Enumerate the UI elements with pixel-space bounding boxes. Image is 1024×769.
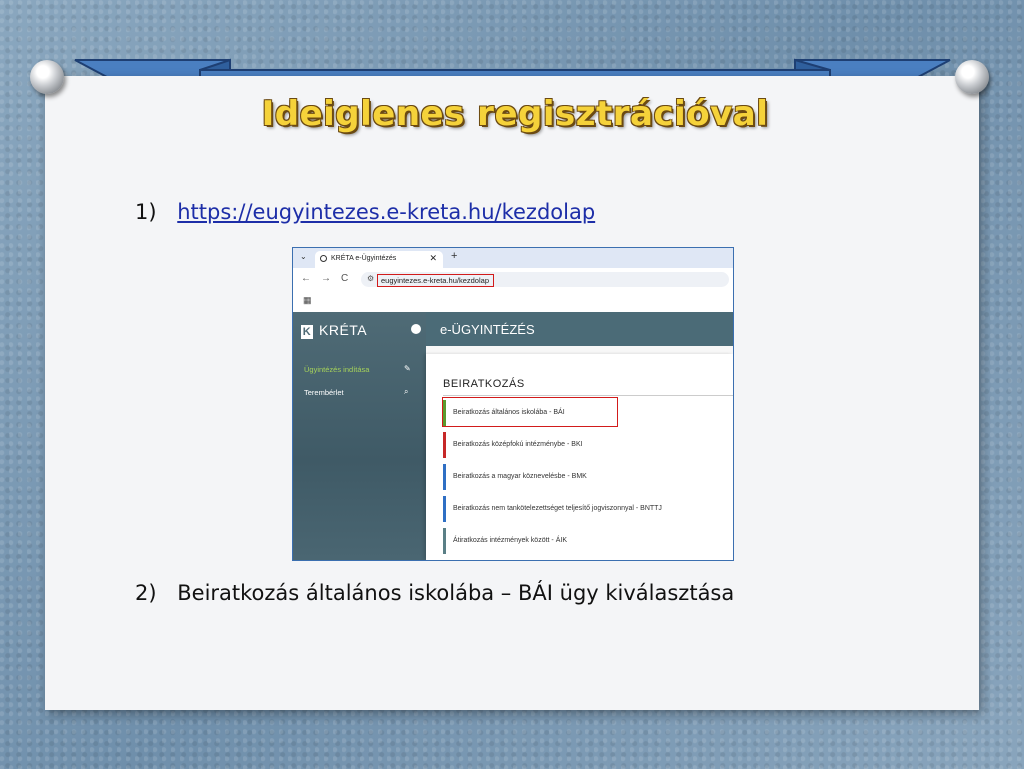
entry-label: Beiratkozás középfokú intézménybe - BKI	[453, 441, 583, 448]
main-content: BEIRATKOZÁS Beiratkozás általános iskolá…	[426, 346, 733, 560]
brand[interactable]: K KRÉTA	[301, 322, 367, 339]
sidebar: K KRÉTA Ügyintézés indítása ✎ Terembérlet…	[293, 312, 426, 560]
url-text[interactable]: eugyintezes.e-kreta.hu/kezdolap	[381, 276, 489, 285]
tab-label: KRÉTA e-Ügyintézés	[331, 255, 397, 262]
entry-color-bar	[443, 496, 446, 522]
search-icon: ⌕	[404, 387, 409, 396]
section-title: BEIRATKOZÁS	[443, 378, 525, 390]
content-panel: BEIRATKOZÁS Beiratkozás általános iskolá…	[426, 354, 733, 560]
close-tab-icon[interactable]: ✕	[429, 253, 437, 264]
step-1-number: 1)	[135, 200, 157, 224]
kreta-link[interactable]: https://eugyintezes.e-kreta.hu/kezdolap	[177, 200, 595, 224]
entry-label: Beiratkozás a magyar köznevelésbe - BMK	[453, 473, 587, 480]
browser-screenshot: ⌄ KRÉTA e-Ügyintézés ✕ + ← → C ⚙ eugyint…	[292, 247, 734, 561]
reload-icon[interactable]: C	[341, 273, 348, 284]
entry-bnttj[interactable]: Beiratkozás nem tankötelezettséget telje…	[443, 496, 733, 522]
apps-grid-icon[interactable]: ▦	[303, 295, 312, 306]
entry-color-bar	[443, 464, 446, 490]
slide-title: Ideiglenes regisztrációval	[261, 94, 769, 134]
pushpin-right	[955, 60, 989, 94]
sidebar-item-terem[interactable]: Terembérlet	[304, 388, 344, 397]
edit-icon: ✎	[404, 364, 411, 373]
browser-tab[interactable]: KRÉTA e-Ügyintézés ✕	[315, 251, 443, 268]
tab-list-icon[interactable]: ⌄	[300, 252, 307, 261]
forward-icon[interactable]: →	[321, 273, 331, 284]
kreta-logo-icon: K	[301, 325, 313, 339]
entry-color-bar	[443, 528, 446, 554]
tab-bar: ⌄ KRÉTA e-Ügyintézés ✕ +	[293, 248, 733, 268]
brand-name: KRÉTA	[319, 322, 368, 338]
app-header: e-ÜGYINTÉZÉS	[426, 312, 733, 346]
bookmarks-bar: ▦	[293, 290, 733, 313]
step-2-number: 2)	[135, 581, 157, 605]
entry-bki[interactable]: Beiratkozás középfokú intézménybe - BKI	[443, 432, 733, 458]
entry-bmk[interactable]: Beiratkozás a magyar köznevelésbe - BMK	[443, 464, 733, 490]
app-header-title: e-ÜGYINTÉZÉS	[440, 322, 535, 337]
step-2-text: Beiratkozás általános iskolába – BÁI ügy…	[177, 581, 735, 605]
entry-color-bar	[443, 432, 446, 458]
address-bar: ← → C ⚙	[293, 268, 733, 290]
bai-highlight-box	[442, 397, 618, 427]
step-1: 1) https://eugyintezes.e-kreta.hu/kezdol…	[135, 200, 595, 224]
step-2: 2) Beiratkozás általános iskolába – BÁI …	[135, 581, 734, 605]
status-dot-icon	[411, 324, 421, 334]
section-divider	[443, 395, 733, 396]
pushpin-left	[30, 60, 64, 94]
back-icon[interactable]: ←	[301, 273, 311, 284]
entry-label: Beiratkozás nem tankötelezettséget telje…	[453, 505, 662, 512]
entry-label: Átiratkozás intézmények között - ÁIK	[453, 537, 567, 544]
new-tab-button[interactable]: +	[451, 250, 457, 262]
kreta-app: K KRÉTA Ügyintézés indítása ✎ Terembérlet…	[293, 312, 733, 560]
sidebar-item-ugyintezes[interactable]: Ügyintézés indítása	[304, 365, 369, 374]
entry-aik[interactable]: Átiratkozás intézmények között - ÁIK	[443, 528, 733, 554]
site-settings-icon[interactable]: ⚙	[367, 274, 374, 283]
globe-icon	[320, 255, 327, 262]
